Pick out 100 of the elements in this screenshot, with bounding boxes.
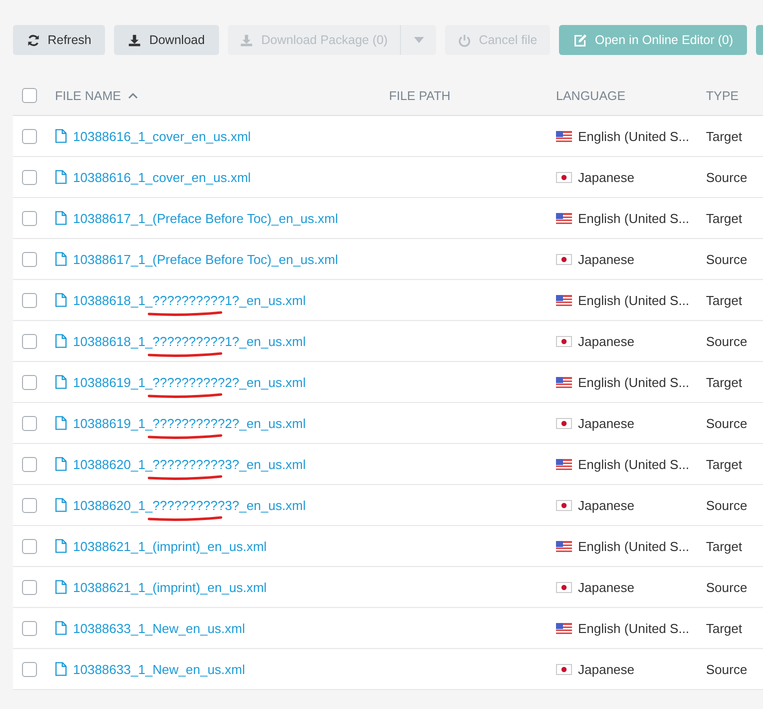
flag-icon xyxy=(556,664,572,674)
column-header[interactable]: FILE PATH xyxy=(389,88,450,102)
type-text: Target xyxy=(706,538,742,554)
language-text: English (United S... xyxy=(578,538,690,554)
language-text: Japanese xyxy=(578,170,634,184)
file-icon xyxy=(55,170,67,184)
flag-icon xyxy=(556,294,572,306)
file-link[interactable]: 10388618_1_??????????1?_en_us.xml xyxy=(73,292,306,308)
flag-icon xyxy=(556,418,572,428)
checkbox[interactable] xyxy=(22,456,37,472)
file-icon xyxy=(55,211,67,225)
column-header[interactable]: TYPE xyxy=(706,88,739,102)
language-text: English (United S... xyxy=(578,210,690,226)
dropdown-button[interactable] xyxy=(400,25,436,55)
sort-ascending-icon[interactable] xyxy=(128,92,138,98)
checkbox[interactable] xyxy=(22,88,37,102)
file-link[interactable]: 10388617_1_(Preface Before Toc)_en_us.xml xyxy=(73,252,338,266)
type-text: Target xyxy=(706,292,742,308)
language-text: English (United S... xyxy=(578,292,690,308)
edit-icon xyxy=(572,34,587,46)
file-icon xyxy=(55,498,67,512)
file-link[interactable]: 10388616_1_cover_en_us.xml xyxy=(73,170,251,184)
flag-icon xyxy=(556,336,572,346)
flag-icon xyxy=(556,540,572,552)
file-icon xyxy=(55,621,67,635)
file-link[interactable]: 10388620_1_??????????3?_en_us.xml xyxy=(73,456,306,472)
language-text: Japanese xyxy=(578,334,634,348)
toolbar-button[interactable]: Refresh xyxy=(13,25,105,55)
file-link[interactable]: 10388633_1_New_en_us.xml xyxy=(73,620,246,636)
caret-icon xyxy=(414,37,424,43)
flag-icon xyxy=(556,500,572,510)
language-text: English (United S... xyxy=(578,456,690,472)
type-text: Source xyxy=(706,662,748,676)
flag-icon xyxy=(556,254,572,264)
file-icon xyxy=(55,293,67,307)
type-text: Target xyxy=(706,128,742,144)
flag-icon xyxy=(556,582,572,592)
language-text: English (United S... xyxy=(578,620,690,636)
file-icon xyxy=(55,457,67,471)
checkbox[interactable] xyxy=(22,580,37,594)
refresh-icon xyxy=(26,34,40,46)
language-text: Japanese xyxy=(578,580,634,594)
flag-icon xyxy=(556,130,572,142)
checkbox[interactable] xyxy=(22,538,37,554)
file-link[interactable]: 10388621_1_(imprint)_en_us.xml xyxy=(73,580,267,594)
flag-icon xyxy=(556,622,572,634)
file-icon xyxy=(55,580,67,594)
checkbox[interactable] xyxy=(22,498,37,512)
language-text: Japanese xyxy=(578,252,634,266)
flag-icon xyxy=(556,212,572,224)
file-link[interactable]: 10388618_1_??????????1?_en_us.xml xyxy=(73,334,306,348)
download-icon xyxy=(128,34,142,46)
file-link[interactable]: 10388619_1_??????????2?_en_us.xml xyxy=(73,416,306,430)
checkbox[interactable] xyxy=(22,334,37,348)
flag-icon xyxy=(556,458,572,470)
checkbox[interactable] xyxy=(22,662,37,676)
language-text: English (United S... xyxy=(578,128,690,144)
type-text: Source xyxy=(706,498,748,512)
file-link[interactable]: 10388619_1_??????????2?_en_us.xml xyxy=(73,374,306,390)
checkbox[interactable] xyxy=(22,292,37,308)
download-icon xyxy=(240,34,254,46)
file-link[interactable]: 10388621_1_(imprint)_en_us.xml xyxy=(73,538,267,554)
checkbox[interactable] xyxy=(22,620,37,636)
language-text: Japanese xyxy=(578,662,634,676)
language-text: English (United S... xyxy=(578,374,690,390)
file-link[interactable]: 10388633_1_New_en_us.xml xyxy=(73,662,246,676)
file-link[interactable]: 10388620_1_??????????3?_en_us.xml xyxy=(73,498,306,512)
file-icon xyxy=(55,375,67,389)
checkbox[interactable] xyxy=(22,252,37,266)
toolbar-button[interactable] xyxy=(756,25,763,55)
language-text: Japanese xyxy=(578,416,634,430)
type-text: Source xyxy=(706,252,748,266)
file-link[interactable]: 10388617_1_(Preface Before Toc)_en_us.xml xyxy=(73,210,338,226)
column-header[interactable]: LANGUAGE xyxy=(556,88,626,102)
file-icon xyxy=(55,252,67,266)
checkbox[interactable] xyxy=(22,416,37,430)
language-text: Japanese xyxy=(578,498,634,512)
checkbox[interactable] xyxy=(22,374,37,390)
file-link[interactable]: 10388616_1_cover_en_us.xml xyxy=(73,128,251,144)
column-header[interactable]: FILE NAME xyxy=(55,88,138,102)
checkbox[interactable] xyxy=(22,210,37,226)
power-icon xyxy=(458,34,471,46)
file-icon xyxy=(55,416,67,430)
type-text: Source xyxy=(706,416,748,430)
checkbox[interactable] xyxy=(22,128,37,144)
type-text: Target xyxy=(706,456,742,472)
file-icon xyxy=(55,129,67,143)
file-icon xyxy=(55,539,67,553)
type-text: Source xyxy=(706,334,748,348)
toolbar-button[interactable]: Download xyxy=(114,25,219,55)
file-icon xyxy=(55,662,67,676)
type-text: Source xyxy=(706,170,748,184)
type-text: Target xyxy=(706,210,742,226)
type-text: Target xyxy=(706,620,742,636)
file-icon xyxy=(55,334,67,348)
flag-icon xyxy=(556,376,572,388)
type-text: Target xyxy=(706,374,742,390)
flag-icon xyxy=(556,172,572,182)
type-text: Source xyxy=(706,580,748,594)
checkbox[interactable] xyxy=(22,170,37,184)
